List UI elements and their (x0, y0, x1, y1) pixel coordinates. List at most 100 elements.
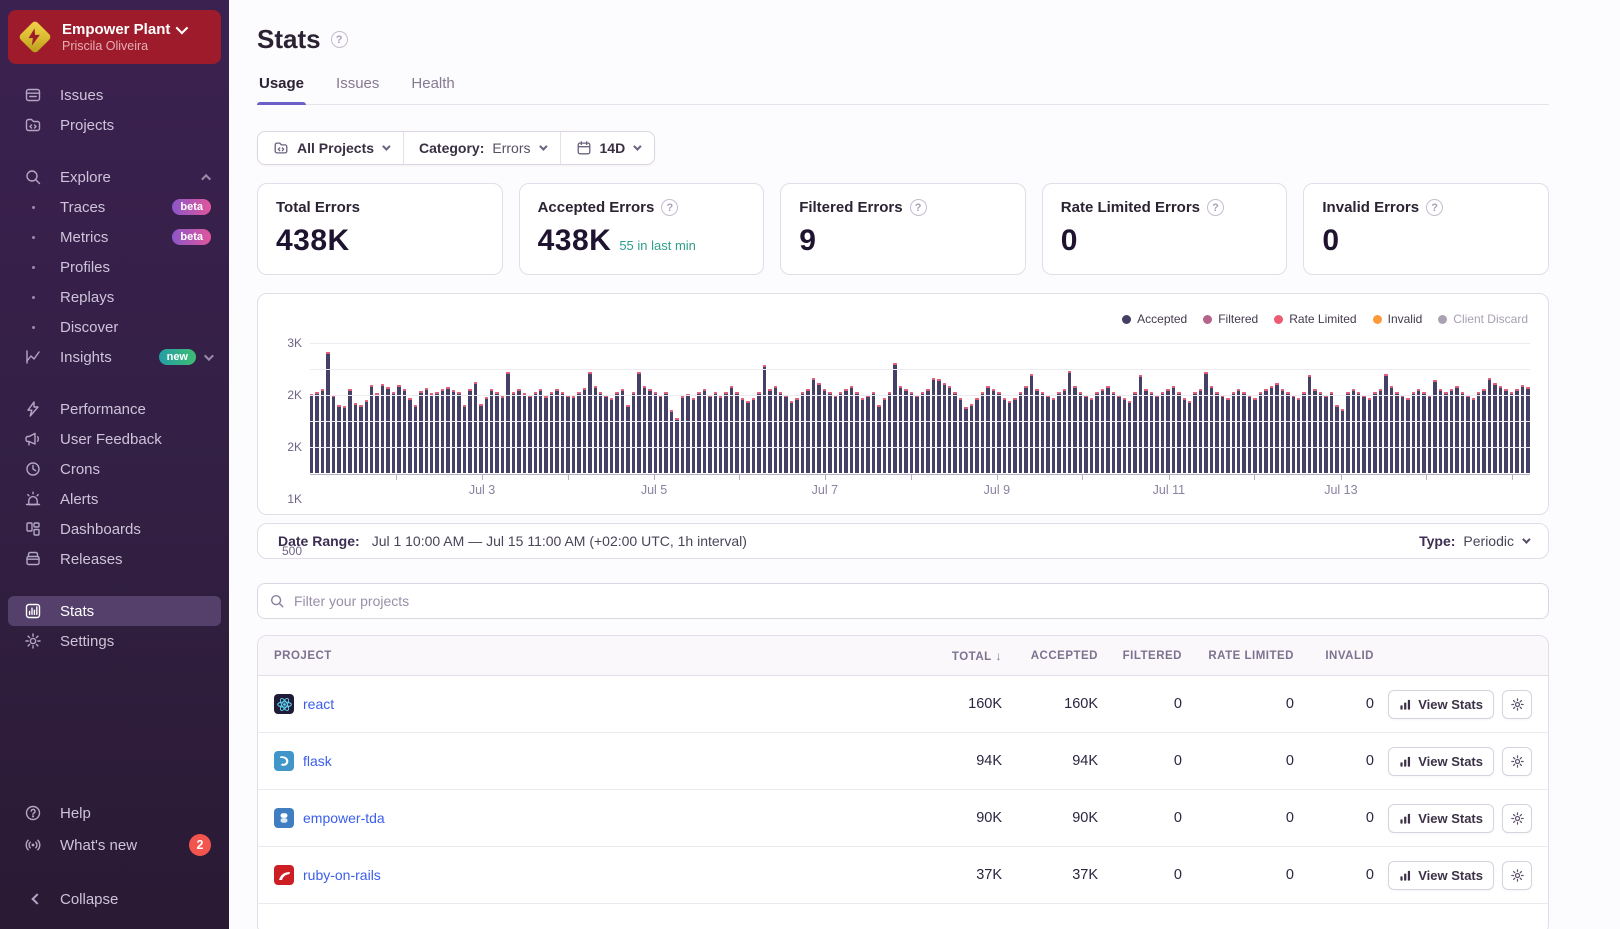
chart-bar[interactable] (637, 372, 640, 473)
chart-bar[interactable] (310, 394, 313, 473)
sidebar-item-collapse[interactable]: Collapse (8, 883, 221, 915)
chart-bar[interactable] (365, 400, 368, 473)
chart-bar[interactable] (452, 390, 455, 473)
chart-bar[interactable] (981, 392, 984, 473)
project-filter-button[interactable]: All Projects (258, 132, 403, 164)
chart-bar[interactable] (1221, 395, 1224, 473)
chart-bar[interactable] (1292, 395, 1295, 473)
sidebar-item-crons[interactable]: Crons (8, 454, 221, 484)
chart-bar[interactable] (403, 389, 406, 473)
sidebar-item-performance[interactable]: Performance (8, 394, 221, 424)
sidebar-item-metrics[interactable]: Metricsbeta (8, 222, 221, 252)
chart-bar[interactable] (692, 398, 695, 473)
chart-bar[interactable] (708, 395, 711, 473)
chart-bar[interactable] (953, 392, 956, 473)
chart-bar[interactable] (397, 385, 400, 473)
chart-bar[interactable] (1073, 386, 1076, 473)
chart-bar[interactable] (370, 385, 373, 473)
chart-bar[interactable] (485, 397, 488, 473)
project-link[interactable]: empower-tda (303, 810, 385, 826)
chart-bar[interactable] (872, 392, 875, 473)
chart-bar[interactable] (877, 405, 880, 473)
chart-bar[interactable] (1101, 389, 1104, 473)
chart-bar[interactable] (883, 398, 886, 473)
sidebar-item-issues[interactable]: Issues (8, 80, 221, 110)
chart-bar[interactable] (1232, 392, 1235, 473)
chart-bar[interactable] (823, 389, 826, 473)
chart-bar[interactable] (463, 405, 466, 473)
legend-item-invalid[interactable]: Invalid (1373, 312, 1423, 326)
chart-bar[interactable] (937, 379, 940, 473)
chart-bar[interactable] (1063, 389, 1066, 473)
chart-bar[interactable] (1330, 392, 1333, 473)
chart-bar[interactable] (1412, 392, 1415, 473)
chart-bar[interactable] (697, 392, 700, 473)
chart-bar[interactable] (1188, 401, 1191, 473)
view-stats-button[interactable]: View Stats (1388, 804, 1494, 833)
chart-bar[interactable] (643, 386, 646, 473)
chart-bar[interactable] (1433, 380, 1436, 473)
chart-bar[interactable] (1368, 398, 1371, 473)
view-stats-button[interactable]: View Stats (1388, 861, 1494, 890)
chart-bar[interactable] (577, 392, 580, 473)
chart-bar[interactable] (893, 363, 896, 473)
search-input[interactable] (257, 583, 1549, 619)
chart-bar[interactable] (1444, 392, 1447, 473)
chart-bar[interactable] (626, 405, 629, 473)
chart-bar[interactable] (1199, 389, 1202, 473)
chart-bar[interactable] (746, 401, 749, 473)
chart-bar[interactable] (910, 392, 913, 473)
help-icon[interactable]: ? (910, 199, 927, 216)
project-settings-button[interactable] (1502, 690, 1532, 719)
chart-bar[interactable] (763, 365, 766, 473)
chart-bar[interactable] (544, 396, 547, 473)
chart-bar[interactable] (1052, 398, 1055, 473)
chart-bar[interactable] (392, 392, 395, 473)
chart-bar[interactable] (714, 392, 717, 473)
chart-bar[interactable] (828, 392, 831, 473)
chart-bar[interactable] (506, 372, 509, 473)
chart-bar[interactable] (343, 406, 346, 473)
chart-bar[interactable] (681, 396, 684, 473)
column-header-total[interactable]: TOTAL ↓ (902, 649, 1002, 663)
chart-bar[interactable] (1215, 392, 1218, 473)
help-icon[interactable]: ? (1207, 199, 1224, 216)
chart-bar[interactable] (1041, 392, 1044, 473)
chart-bar[interactable] (1139, 375, 1142, 473)
chart-bar[interactable] (812, 378, 815, 473)
chart-bar[interactable] (1281, 389, 1284, 473)
chart-bar[interactable] (550, 392, 553, 473)
chart-bar[interactable] (844, 389, 847, 473)
chart-bar[interactable] (572, 396, 575, 473)
chart-bar[interactable] (1128, 401, 1131, 473)
chart-bar[interactable] (654, 392, 657, 473)
period-filter-button[interactable]: 14D (560, 132, 655, 164)
sidebar-item-profiles[interactable]: Profiles (8, 252, 221, 282)
chart-bar[interactable] (1123, 398, 1126, 473)
chart-bar[interactable] (1428, 395, 1431, 473)
column-header-rate-limited[interactable]: RATE LIMITED (1182, 650, 1294, 662)
chart-bar[interactable] (1008, 401, 1011, 473)
sidebar-item-settings[interactable]: Settings (8, 626, 221, 656)
chart-bar[interactable] (1177, 392, 1180, 473)
chart-bar[interactable] (1488, 378, 1491, 473)
legend-item-client-discard[interactable]: Client Discard (1438, 312, 1528, 326)
chart-bar[interactable] (615, 392, 618, 473)
column-header-filtered[interactable]: FILTERED (1098, 650, 1182, 662)
chart-bar[interactable] (986, 386, 989, 473)
tab-health[interactable]: Health (409, 75, 456, 104)
chart-bar[interactable] (970, 404, 973, 473)
chart-bar[interactable] (1417, 389, 1420, 473)
chart-bar[interactable] (1112, 392, 1115, 473)
chart-bar[interactable] (855, 392, 858, 473)
chart-bar[interactable] (566, 395, 569, 473)
chart-bar[interactable] (757, 392, 760, 473)
project-link[interactable]: flask (303, 753, 332, 769)
chart-bar[interactable] (1095, 392, 1098, 473)
chart-bar[interactable] (332, 395, 335, 473)
chart-bar[interactable] (604, 395, 607, 473)
chart-bar[interactable] (555, 389, 558, 473)
sidebar-item-releases[interactable]: Releases (8, 544, 221, 574)
chart-bar[interactable] (1161, 392, 1164, 473)
chart-bar[interactable] (1406, 398, 1409, 473)
